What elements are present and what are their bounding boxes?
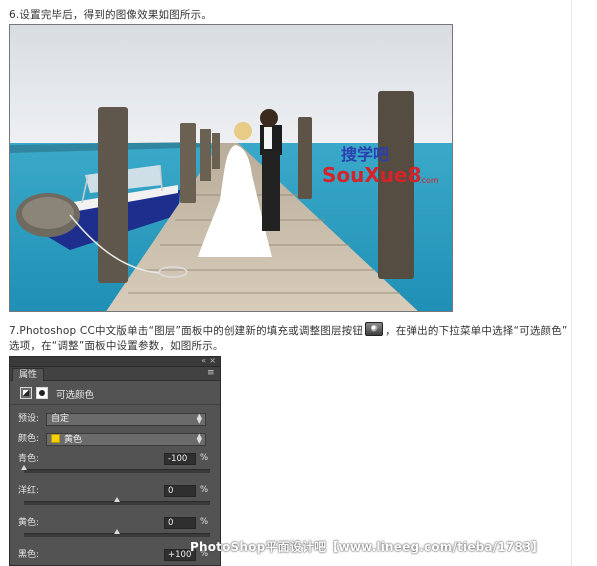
adjustment-layer-button-icon [365, 322, 384, 336]
panel-menu-icon[interactable]: ≡ [207, 369, 216, 378]
select-arrows-icon: ▲ ▼ [196, 432, 202, 445]
panel-tab-row: 属性 ≡ [10, 367, 220, 381]
logo-main: SouXue8 [322, 163, 422, 187]
color-value: 黄色 [64, 435, 83, 445]
panel-topbar: « × [10, 357, 220, 367]
collapse-icon[interactable]: « [201, 357, 206, 365]
adjustment-icon[interactable] [20, 387, 32, 399]
slider-label: 洋红: [18, 486, 40, 496]
watermark: PhotoShop平面设计吧【www.lineeg.com/tieba/1783… [190, 540, 544, 554]
color-swatch [51, 434, 60, 443]
step-7-text-part1: 7.Photoshop CC中文版单击“图层”面板中的创建新的填充或调整图层按钮 [9, 325, 364, 337]
slider-unit: % [200, 485, 209, 495]
slider-value-field[interactable]: 0 [164, 517, 196, 529]
step-6-text: 6.设置完毕后，得到的图像效果如图所示。 [9, 9, 213, 21]
wedding-photo: 搜学吧 SouXue8 .com [9, 24, 453, 312]
tab-properties[interactable]: 属性 [12, 368, 45, 381]
step-7-text-part2: ，在弹出的下拉菜单中选择“可选颜色” [385, 325, 568, 337]
slider-thumb[interactable] [114, 529, 120, 534]
preset-select[interactable]: 自定 ▲ ▼ [46, 413, 206, 426]
logo-suffix: .com [419, 176, 439, 185]
panel-title: 可选颜色 [56, 390, 95, 401]
slider-value-field[interactable]: 0 [164, 485, 196, 497]
slider-label: 黄色: [18, 518, 40, 528]
preset-value: 自定 [51, 414, 70, 424]
slider-unit: % [200, 453, 209, 463]
panel-header: 可选颜色 [10, 381, 220, 405]
color-select[interactable]: 黄色 ▲ ▼ [46, 433, 206, 446]
slider-thumb[interactable] [114, 497, 120, 502]
mask-icon[interactable] [36, 387, 48, 399]
select-arrows-icon: ▲ ▼ [196, 412, 202, 425]
preset-label: 预设: [18, 414, 40, 424]
step-7-text-line2: 选项，在“调整”面板中设置参数，如图所示。 [9, 340, 224, 352]
slider-label: 黑色: [18, 550, 40, 560]
color-label: 颜色: [18, 434, 40, 444]
slider-value-field[interactable]: -100 [164, 453, 196, 465]
slider-unit: % [200, 517, 209, 527]
step-7-text: 7.Photoshop CC中文版单击“图层”面板中的创建新的填充或调整图层按钮… [9, 322, 568, 339]
slider-track[interactable] [24, 469, 210, 473]
properties-panel: « × 属性 ≡ 可选颜色 预设: 自定 ▲ ▼ 颜色: 黄色 ▲ ▼ 青色: -10… [9, 356, 221, 566]
logo-top: 搜学吧 [341, 145, 389, 164]
slider-thumb[interactable] [21, 465, 27, 470]
close-icon[interactable]: × [209, 357, 216, 365]
